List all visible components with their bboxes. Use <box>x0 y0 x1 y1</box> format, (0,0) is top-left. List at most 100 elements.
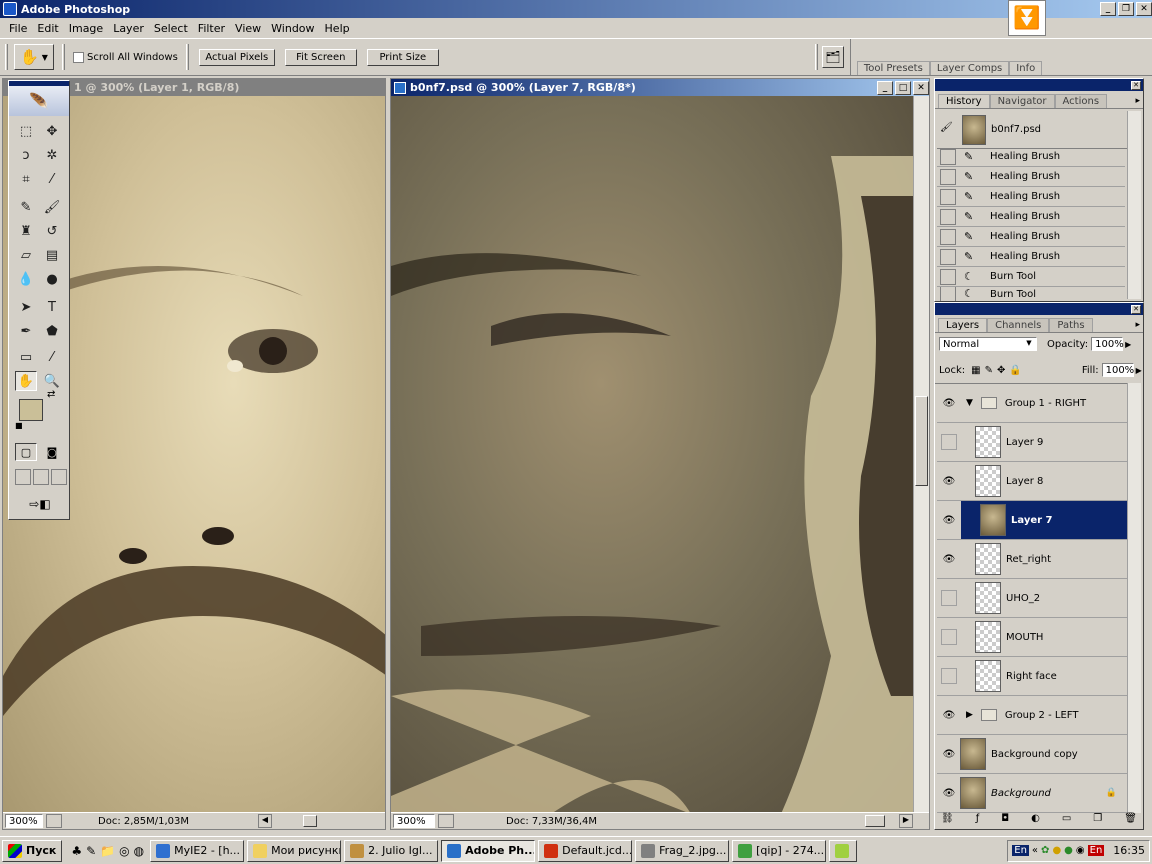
task-julio[interactable]: 2. Julio Igl... <box>344 839 439 862</box>
tab-layer-comps[interactable]: Layer Comps <box>929 61 1010 75</box>
history-source-box[interactable] <box>940 268 956 285</box>
tab-channels[interactable]: Channels <box>987 318 1050 332</box>
visibility-toggle[interactable] <box>941 668 957 684</box>
lasso-tool-icon[interactable]: ↄ <box>15 145 37 165</box>
layer-row[interactable]: Right face <box>937 657 1127 696</box>
default-colors-icon[interactable]: ■ <box>15 421 23 430</box>
history-state[interactable]: ✎ Healing Brush <box>937 147 1125 167</box>
lock-transparency-icon[interactable]: ▦ <box>971 365 980 376</box>
eye-icon[interactable]: 👁 <box>940 394 958 412</box>
scroll-thumb[interactable] <box>303 815 317 827</box>
layer-row[interactable]: 👁 Layer 8 <box>937 462 1127 501</box>
eye-icon[interactable]: 👁 <box>940 784 958 802</box>
magic-wand-icon[interactable]: ✲ <box>41 145 63 165</box>
tray-icon[interactable]: ● <box>1064 845 1073 856</box>
quicklaunch-browser-icon[interactable]: ◎ <box>119 844 129 858</box>
blend-mode-select[interactable]: Normal ▼ <box>939 337 1037 351</box>
tab-tool-presets[interactable]: Tool Presets <box>856 61 930 75</box>
screen-mode-full-icon[interactable] <box>51 469 67 485</box>
marquee-tool-icon[interactable]: ⬚ <box>15 121 37 141</box>
foreground-color-swatch[interactable] <box>19 399 43 421</box>
healing-brush-icon[interactable]: ✎ <box>15 197 37 217</box>
clone-stamp-icon[interactable]: ♜ <box>15 221 37 241</box>
tray-icon[interactable]: ● <box>1052 845 1061 856</box>
crop-tool-icon[interactable]: ⌗ <box>15 169 37 189</box>
task-frag[interactable]: Frag_2.jpg... <box>635 839 730 862</box>
layer-row[interactable]: 👁 Background 🔒 <box>937 774 1127 813</box>
task-myie2[interactable]: MyIE2 - [h... <box>150 839 245 862</box>
history-state[interactable]: ✎ Healing Brush <box>937 187 1125 207</box>
history-source-box[interactable] <box>940 287 956 301</box>
quick-mask-icon[interactable]: ◙ <box>41 443 63 461</box>
menu-edit[interactable]: Edit <box>32 22 63 35</box>
history-source-box[interactable] <box>940 188 956 205</box>
language-indicator[interactable]: En <box>1012 845 1029 856</box>
history-snapshot[interactable]: 🖌 b0nf7.psd <box>937 111 1127 149</box>
eye-icon[interactable]: 👁 <box>940 550 958 568</box>
scroll-left-arrow-icon[interactable]: ◀ <box>258 814 272 828</box>
task-default-jcd[interactable]: Default.jcd... <box>538 839 633 862</box>
minimize-button[interactable]: _ <box>1100 2 1116 16</box>
doc-maximize-button[interactable]: □ <box>895 81 911 95</box>
tab-layers[interactable]: Layers <box>938 318 988 332</box>
zoom-field[interactable]: 300% <box>5 814 43 828</box>
brush-tool-icon[interactable]: 🖌 <box>41 197 63 217</box>
menu-layer[interactable]: Layer <box>108 22 149 35</box>
status-menu-icon[interactable] <box>46 814 62 828</box>
adjustment-layer-icon[interactable]: ◐ <box>1031 813 1040 827</box>
zoom-field[interactable]: 300% <box>393 814 435 828</box>
opacity-field[interactable]: 100% <box>1091 337 1124 351</box>
eye-icon[interactable]: 👁 <box>940 745 958 763</box>
history-source-box[interactable] <box>940 228 956 245</box>
menu-filter[interactable]: Filter <box>193 22 230 35</box>
menu-window[interactable]: Window <box>266 22 319 35</box>
pen-tool-icon[interactable]: ✒ <box>15 321 37 341</box>
mask-icon[interactable]: ◘ <box>1001 813 1009 827</box>
imageready-jump-icon[interactable]: ⇨◧ <box>15 495 65 513</box>
quicklaunch-folder-icon[interactable]: 📁 <box>100 844 115 858</box>
layer-style-icon[interactable]: ƒ <box>976 813 980 827</box>
history-state[interactable]: ✎ Healing Brush <box>937 227 1125 247</box>
task-extra[interactable] <box>829 839 858 862</box>
fill-field[interactable]: 100% <box>1101 363 1134 377</box>
actual-pixels-button[interactable]: Actual Pixels <box>198 48 275 66</box>
scroll-all-windows-checkbox[interactable]: Scroll All Windows <box>73 51 178 63</box>
notes-tool-icon[interactable]: ▭ <box>15 347 37 367</box>
panel-menu-icon[interactable]: ▸ <box>1135 96 1140 106</box>
eyedropper-icon[interactable]: ⁄ <box>41 347 63 367</box>
menu-help[interactable]: Help <box>320 22 355 35</box>
lock-position-icon[interactable]: ✥ <box>997 365 1005 376</box>
slice-tool-icon[interactable]: ⁄ <box>41 169 63 189</box>
feather-logo-icon[interactable]: 🪶 <box>9 86 69 116</box>
menu-file[interactable]: File <box>4 22 32 35</box>
path-select-icon[interactable]: ➤ <box>15 297 37 317</box>
new-group-icon[interactable]: ▭ <box>1062 813 1071 827</box>
blur-tool-icon[interactable]: 💧 <box>15 269 37 289</box>
doc-close-button[interactable]: ✕ <box>913 81 929 95</box>
eraser-tool-icon[interactable]: ▱ <box>15 245 37 265</box>
panel-menu-icon[interactable]: ▸ <box>1135 320 1140 330</box>
start-button[interactable]: Пуск <box>2 839 63 862</box>
standard-mode-icon[interactable]: ▢ <box>15 443 37 461</box>
panel-close-icon[interactable]: ✕ <box>1131 304 1141 314</box>
history-source-box[interactable] <box>940 148 956 165</box>
tab-navigator[interactable]: Navigator <box>989 94 1055 108</box>
tab-info[interactable]: Info <box>1009 61 1043 75</box>
tab-paths[interactable]: Paths <box>1049 318 1093 332</box>
scroll-right-arrow-icon[interactable]: ▶ <box>899 814 913 828</box>
task-pictures[interactable]: Мои рисунки <box>247 839 342 862</box>
restore-button[interactable]: ❐ <box>1118 2 1134 16</box>
layer-row-group[interactable]: 👁 ▼ Group 1 - RIGHT <box>937 384 1127 423</box>
layer-row[interactable]: MOUTH <box>937 618 1127 657</box>
print-size-button[interactable]: Print Size <box>366 48 439 66</box>
gradient-tool-icon[interactable]: ▤ <box>41 245 63 265</box>
history-source-box[interactable] <box>940 248 956 265</box>
history-source-box[interactable] <box>940 208 956 225</box>
quicklaunch-edit-icon[interactable]: ✎ <box>86 844 96 858</box>
checkbox-box[interactable] <box>73 51 84 63</box>
history-state[interactable]: ✎ Healing Brush <box>937 247 1125 267</box>
status-menu-icon[interactable] <box>438 814 454 828</box>
trash-icon[interactable]: 🗑 <box>1124 813 1137 827</box>
history-state[interactable]: ☾ Burn Tool <box>937 287 1125 301</box>
lock-all-icon[interactable]: 🔒 <box>1009 365 1021 376</box>
